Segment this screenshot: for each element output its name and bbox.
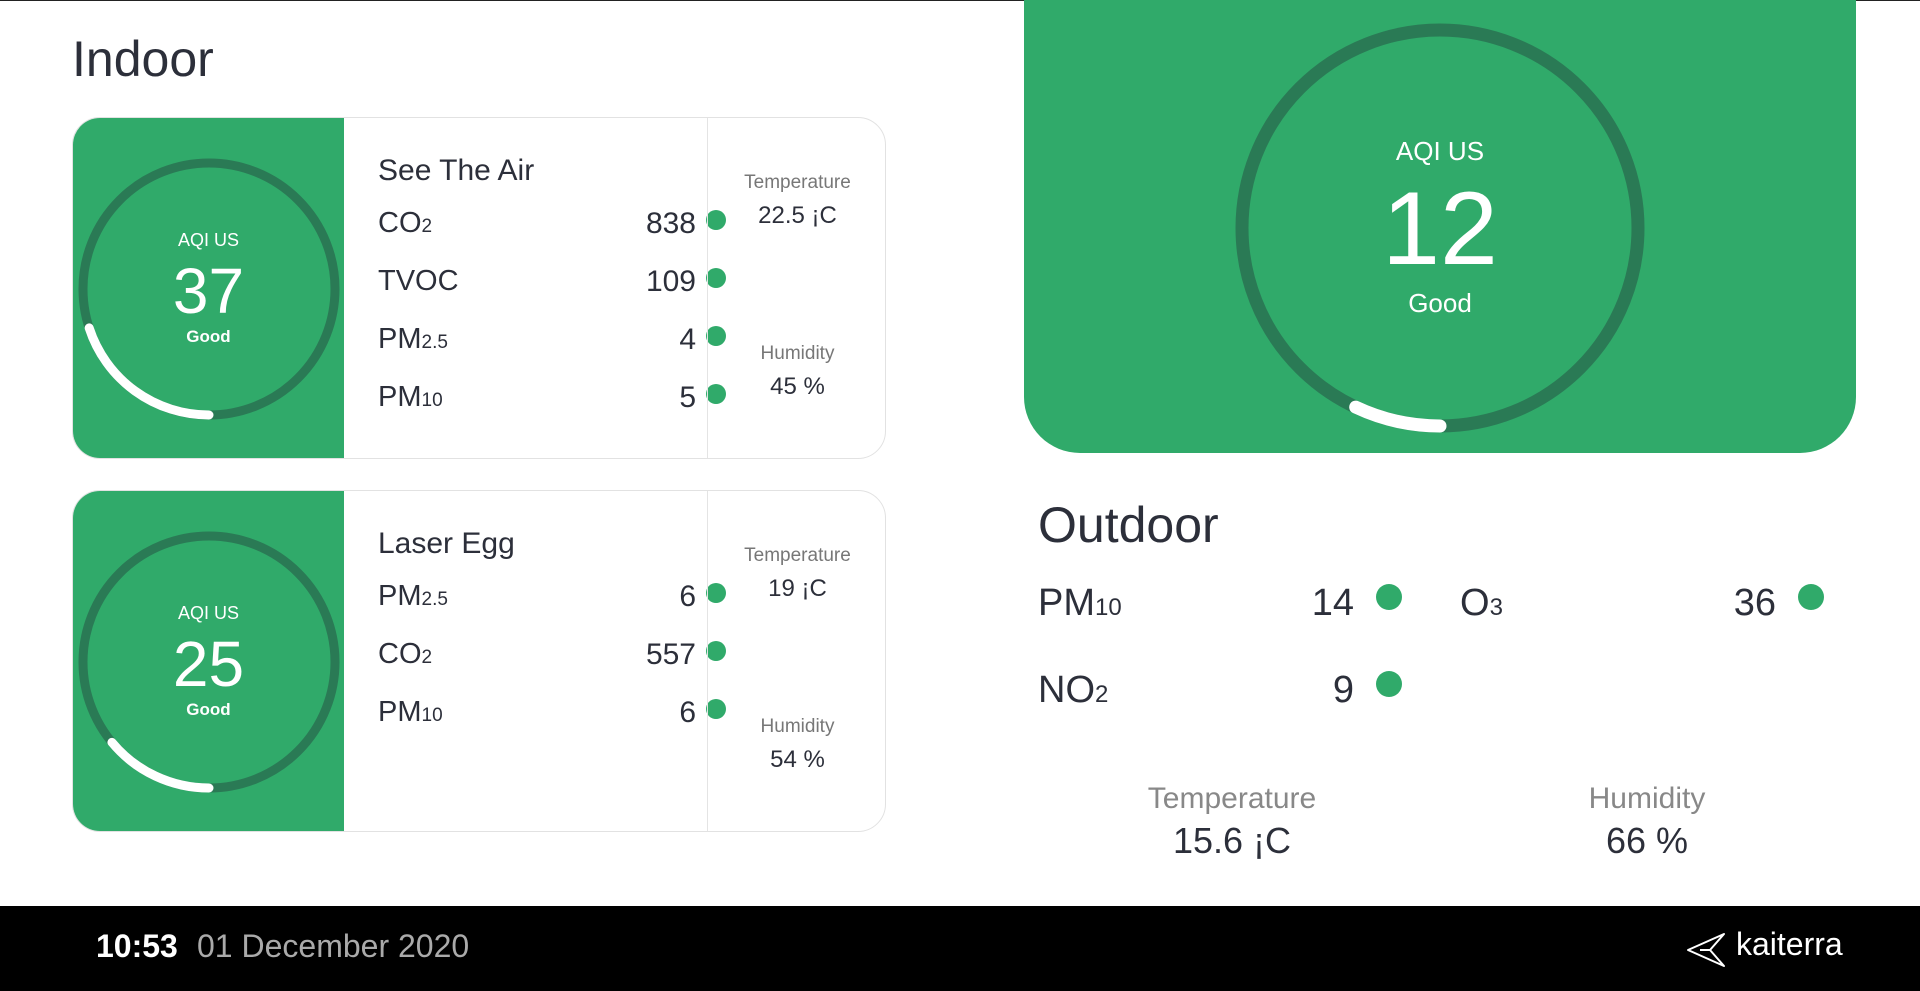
aqi-status: Good bbox=[186, 700, 231, 719]
metric-row-tvoc: TVOC 109 bbox=[378, 265, 738, 305]
brand-name: kaiterra bbox=[1736, 926, 1843, 962]
metric-row-pm25: PM2.5 6 bbox=[378, 580, 738, 620]
humidity-block: Humidity 54 % bbox=[708, 716, 885, 774]
temperature-value: 19 ¡C bbox=[768, 575, 827, 602]
temperature-block: Temperature 19 ¡C bbox=[708, 545, 885, 603]
metric-label: NO2 bbox=[1038, 669, 1109, 711]
metric-row-pm10: PM10 6 bbox=[378, 696, 738, 736]
metric-label: TVOC bbox=[378, 265, 459, 297]
metric-label: PM2.5 bbox=[378, 323, 448, 355]
metric-value: 36 bbox=[1733, 582, 1776, 624]
metric-value: 557 bbox=[645, 638, 696, 671]
outdoor-title: Outdoor bbox=[1038, 497, 1219, 553]
metric-value: 109 bbox=[645, 265, 696, 298]
outdoor-temperature-block: Temperature 15.6 ¡C bbox=[1082, 782, 1382, 862]
status-dot-icon bbox=[1376, 584, 1402, 610]
outdoor-aqi-panel: AQI US 12 Good bbox=[1024, 0, 1856, 453]
aqi-value: 37 bbox=[172, 255, 245, 327]
outdoor-humidity-block: Humidity 66 % bbox=[1497, 782, 1797, 862]
outdoor-metric-no2: NO2 9 bbox=[1038, 669, 1402, 719]
card-divider bbox=[707, 118, 708, 458]
metric-value: 5 bbox=[679, 381, 696, 414]
outdoor-aqi-value: 12 bbox=[1382, 171, 1498, 287]
humidity-block: Humidity 45 % bbox=[708, 343, 885, 401]
device-card-laser-egg[interactable]: AQI US 25 Good Laser Egg PM2.5 6 CO2 557… bbox=[72, 490, 886, 832]
outdoor-temperature-value: 15.6 ¡C bbox=[1172, 820, 1292, 861]
aqi-gauge: AQI US 37 Good bbox=[73, 118, 344, 458]
metric-value: 838 bbox=[645, 207, 696, 240]
card-divider bbox=[707, 491, 708, 831]
kaiterra-logo-icon bbox=[1687, 933, 1725, 967]
outdoor-aqi-label: AQI US bbox=[1395, 136, 1485, 166]
metric-label: CO2 bbox=[378, 207, 433, 239]
metric-value: 6 bbox=[679, 580, 696, 613]
clock-time: 10:53 bbox=[96, 928, 178, 964]
metric-value: 6 bbox=[679, 696, 696, 729]
metric-value: 14 bbox=[1311, 582, 1354, 624]
status-dot-icon bbox=[706, 641, 726, 661]
aqi-label: AQI US bbox=[177, 230, 239, 250]
device-name: See The Air bbox=[378, 154, 535, 187]
outdoor-metric-o3: O3 36 bbox=[1460, 582, 1824, 632]
temperature-value: 22.5 ¡C bbox=[758, 202, 837, 229]
footer-bar: 10:53 01 December 2020 kaiterra bbox=[0, 906, 1920, 991]
aqi-status: Good bbox=[186, 327, 231, 346]
status-dot-icon bbox=[1376, 671, 1402, 697]
device-name: Laser Egg bbox=[378, 527, 515, 560]
humidity-label: Humidity bbox=[760, 716, 835, 737]
metric-label: PM10 bbox=[1038, 582, 1122, 624]
metric-label: PM10 bbox=[378, 381, 443, 413]
metric-value: 9 bbox=[1332, 669, 1354, 711]
status-dot-icon bbox=[1798, 584, 1824, 610]
outdoor-temperature-label: Temperature bbox=[1147, 782, 1317, 815]
humidity-value: 54 % bbox=[770, 746, 825, 773]
aqi-value: 25 bbox=[172, 628, 245, 700]
metric-row-co2: CO2 838 bbox=[378, 207, 738, 247]
metric-label: O3 bbox=[1460, 582, 1503, 624]
temperature-block: Temperature 22.5 ¡C bbox=[708, 172, 885, 230]
aqi-label: AQI US bbox=[177, 603, 239, 623]
indoor-title: Indoor bbox=[72, 31, 214, 87]
metric-row-pm10: PM10 5 bbox=[378, 381, 738, 421]
clock-date: 01 December 2020 bbox=[197, 928, 470, 964]
status-dot-icon bbox=[706, 268, 726, 288]
temperature-label: Temperature bbox=[744, 545, 851, 566]
device-card-see-the-air[interactable]: AQI US 37 Good See The Air CO2 838 TVOC … bbox=[72, 117, 886, 459]
metric-label: CO2 bbox=[378, 638, 433, 670]
metric-label: PM10 bbox=[378, 696, 443, 728]
metric-value: 4 bbox=[679, 323, 696, 356]
temperature-label: Temperature bbox=[744, 172, 851, 193]
metric-label: PM2.5 bbox=[378, 580, 448, 612]
humidity-value: 45 % bbox=[770, 373, 825, 400]
metric-row-co2: CO2 557 bbox=[378, 638, 738, 678]
outdoor-humidity-label: Humidity bbox=[1588, 782, 1706, 815]
aqi-gauge: AQI US 25 Good bbox=[73, 491, 344, 831]
outdoor-aqi-status: Good bbox=[1408, 288, 1472, 318]
outdoor-humidity-value: 66 % bbox=[1605, 820, 1689, 861]
humidity-label: Humidity bbox=[760, 343, 835, 364]
metric-row-pm25: PM2.5 4 bbox=[378, 323, 738, 363]
outdoor-metric-pm10: PM10 14 bbox=[1038, 582, 1402, 632]
